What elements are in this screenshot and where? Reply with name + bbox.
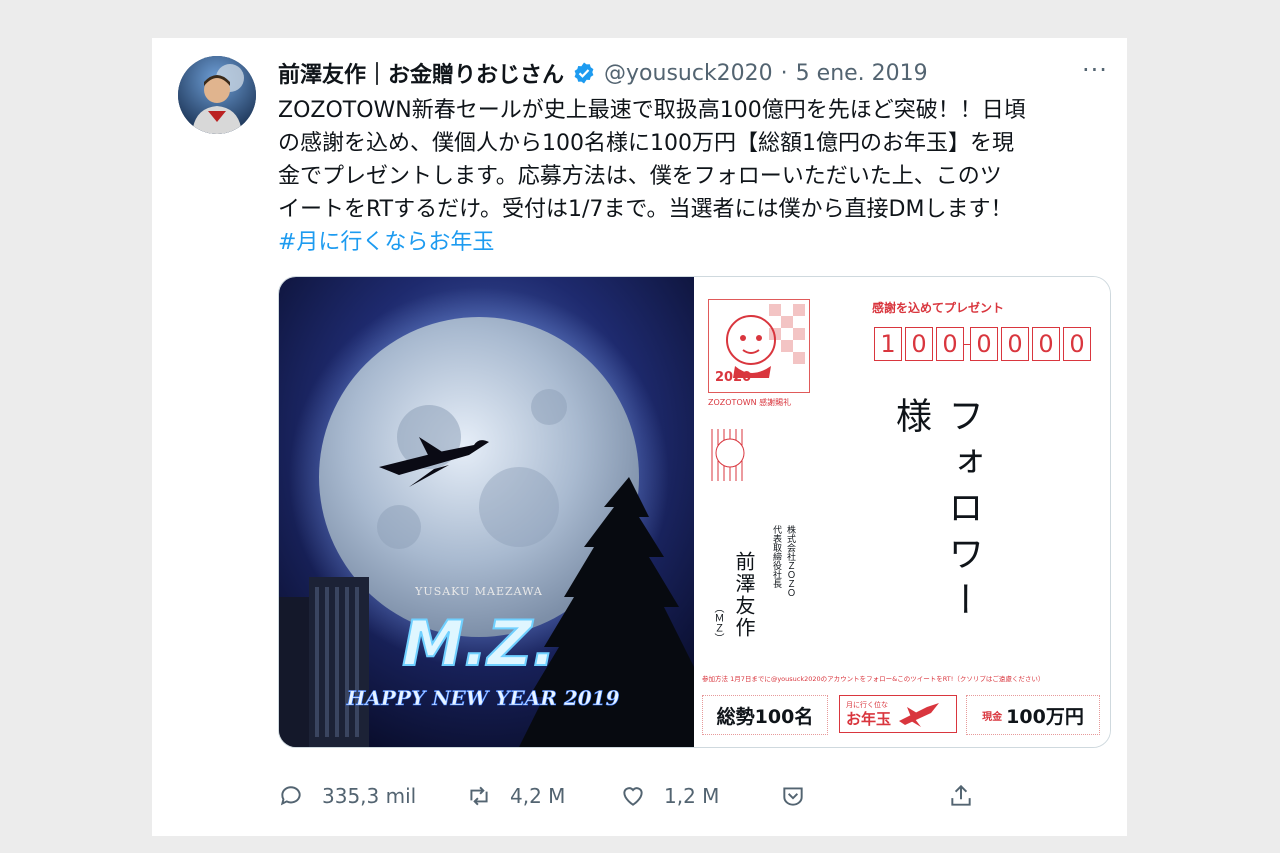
cash-amount-box: 現金 100万円 [966, 695, 1100, 735]
like-count: 1,2 M [664, 784, 720, 808]
reply-icon [280, 786, 301, 806]
heart-icon [623, 787, 643, 806]
sender-initials: （ＭＺ） [712, 603, 723, 643]
postal-digit: 0 [1032, 327, 1060, 361]
logo-text: M.Z. [402, 607, 556, 680]
tweet-text-line: 金でプレゼントします。応募方法は、僕をフォローいただいた上、このツ [278, 164, 1002, 189]
retweet-count: 4,2 M [510, 784, 566, 808]
handle[interactable]: @yousuck2020 [604, 61, 773, 86]
tweet-header: 前澤友作｜お金贈りおじさん @yousuck2020 · 5 ene. 2019 [278, 57, 928, 89]
postal-digit: 1 [874, 327, 902, 361]
rocket-icon [899, 703, 940, 727]
sender-title: 代表取締役社長 [771, 525, 781, 588]
stamp-caption: ZOZOTOWN 感謝賜礼 [708, 398, 792, 407]
sender-name: 前澤友作 [732, 551, 756, 639]
greeting-text: HAPPY NEW YEAR 2019 [346, 686, 620, 710]
sender-company: 株式会社ＺＯＺＯ [785, 525, 795, 597]
postal-digit: 0 [1063, 327, 1091, 361]
postmark-icon [711, 429, 745, 481]
retweet-button[interactable]: 4,2 M [466, 778, 565, 814]
separator: · [780, 60, 788, 86]
verified-badge-icon [574, 62, 594, 84]
moon-photo: YUSAKU MAEZAWA M.Z. HAPPY NEW YEAR 2019 [279, 277, 694, 747]
bookmark-icon [783, 787, 803, 806]
postal-digit: 0 [936, 327, 964, 361]
subtitle-text: YUSAKU MAEZAWA [414, 585, 543, 598]
postage-stamp: 2020 [708, 299, 810, 393]
tweet-actions: 335,3 mil 4,2 M 1,2 M [278, 778, 1098, 814]
otoshidama-text: お年玉 [846, 709, 892, 728]
display-name[interactable]: 前澤友作｜お金贈りおじさん [278, 57, 564, 89]
reply-count: 335,3 mil [322, 784, 417, 808]
tweet-text-line: イートをRTするだけ。受付は1/7まで。当選者には僕から直接DMします！ [278, 197, 1013, 222]
postal-code: 1 0 0 0 0 0 0 [874, 327, 1091, 361]
postal-digit: 0 [970, 327, 998, 361]
tweet-text-line: の感謝を込め、僕個人から100名様に100万円【総額1億円のお年玉】を現 [278, 131, 1014, 156]
otoshidama-box: 月に行く位な お年玉 [839, 695, 957, 733]
timestamp[interactable]: 5 ene. 2019 [796, 61, 928, 86]
like-button[interactable]: 1,2 M [620, 778, 719, 814]
avatar[interactable] [178, 56, 256, 134]
participation-note: 参加方法 1月7日までに@yousuck2020のアカウントをフォロー&このツイ… [702, 675, 1045, 683]
postal-digit: 0 [1001, 327, 1029, 361]
recipient-name: フォロワー様 [890, 397, 983, 627]
total-winners-box: 総勢100名 [702, 695, 828, 735]
cash-label: 現金 [982, 711, 1003, 723]
tweet-card: 前澤友作｜お金贈りおじさん @yousuck2020 · 5 ene. 2019… [152, 38, 1127, 836]
hashtag-link[interactable]: #月に行くならお年玉 [278, 226, 1098, 259]
cash-amount: 100万円 [1006, 705, 1084, 728]
postal-digit: 0 [905, 327, 933, 361]
share-icon [951, 784, 971, 806]
otoshidama-small: 月に行く位な [846, 700, 888, 709]
postcard: 2020 ZOZOTOWN 感謝賜礼 感謝を込めてプレゼント 1 0 0 0 0 [694, 277, 1110, 747]
tweet-text: ZOZOTOWN新春セールが史上最速で取扱高100億円を先ほど突破！！日頃 の感… [278, 94, 1098, 259]
total-winners-text: 総勢100名 [716, 705, 814, 728]
tweet-text-line: ZOZOTOWN新春セールが史上最速で取扱高100億円を先ほど突破！！日頃 [278, 98, 1026, 123]
stamp-year: 2020 [715, 370, 752, 385]
share-button[interactable] [948, 778, 974, 814]
retweet-icon [470, 786, 488, 806]
tweet-media[interactable]: YUSAKU MAEZAWA M.Z. HAPPY NEW YEAR 2019 [278, 276, 1111, 748]
bookmark-button[interactable] [780, 778, 806, 814]
card-header: 感謝を込めてプレゼント [872, 301, 1005, 315]
reply-button[interactable]: 335,3 mil [278, 778, 416, 814]
more-options-icon[interactable]: ··· [1082, 56, 1108, 84]
